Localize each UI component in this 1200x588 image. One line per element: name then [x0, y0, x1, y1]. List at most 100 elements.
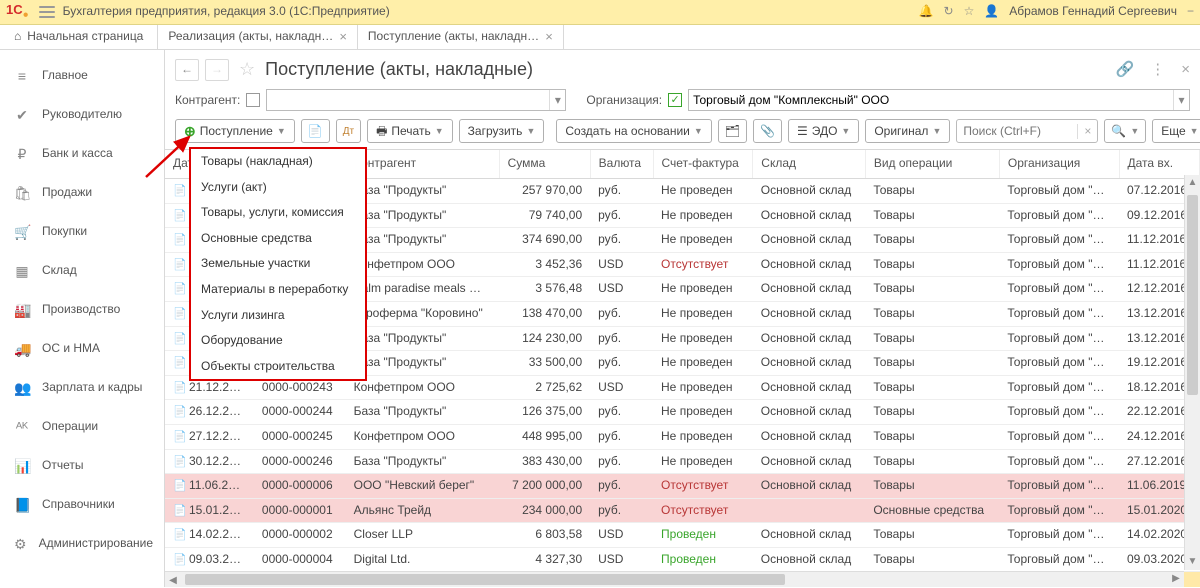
load-button[interactable]: Загрузить ▼ [459, 119, 545, 143]
chevron-down-icon[interactable]: ▾ [1173, 90, 1189, 110]
document-icon: 📄 [173, 430, 185, 442]
dropdown-item[interactable]: Материалы в переработку [191, 277, 365, 303]
sidebar-item[interactable]: 📊Отчеты [0, 446, 164, 485]
add-receipt-button[interactable]: ⊕ Поступление ▼ [175, 119, 295, 143]
sidebar-icon: ₽ [14, 146, 30, 162]
horizontal-scrollbar[interactable]: ◀ ▶ [165, 571, 1184, 587]
table-row[interactable]: 📄27.12.2…0000-000245Конфетпром ООО448 99… [165, 424, 1200, 449]
scroll-thumb[interactable] [1187, 195, 1198, 395]
user-icon[interactable]: 👤 [984, 4, 999, 20]
favorite-star-icon[interactable]: ☆ [239, 58, 255, 81]
vertical-scrollbar[interactable]: ▲ ▼ [1184, 175, 1200, 570]
sidebar-item[interactable]: ᴬᴷОперации [0, 407, 164, 446]
column-header[interactable]: Организация [999, 150, 1119, 178]
sidebar-item[interactable]: ⚙Администрирование [0, 524, 164, 563]
create-based-button[interactable]: Создать на основании ▼ [556, 119, 711, 143]
org-checkbox[interactable]: ✓ [668, 93, 682, 107]
column-header[interactable]: Сумма [499, 150, 590, 178]
sidebar-item[interactable]: ₽Банк и касса [0, 134, 164, 173]
close-icon[interactable]: × [545, 29, 553, 46]
sidebar-item[interactable]: ✔Руководителю [0, 95, 164, 134]
sidebar-item[interactable]: 🛒Покупки [0, 212, 164, 251]
more-button[interactable]: Еще ▼ [1152, 119, 1200, 143]
link-icon[interactable]: 🔗 [1116, 60, 1135, 80]
sidebar-item[interactable]: 🚚ОС и НМА [0, 329, 164, 368]
scroll-down-icon[interactable]: ▼ [1185, 554, 1200, 570]
dropdown-item[interactable]: Услуги лизинга [191, 303, 365, 329]
table-row[interactable]: 📄26.12.2…0000-000244База "Продукты"126 3… [165, 400, 1200, 425]
org-input[interactable] [689, 90, 1173, 110]
sidebar-label: Операции [42, 419, 98, 435]
column-header[interactable]: Вид операции [865, 150, 999, 178]
sidebar-icon: 🛍 [14, 185, 30, 201]
clear-search-icon[interactable]: × [1077, 124, 1097, 140]
dropdown-item[interactable]: Оборудование [191, 328, 365, 354]
contragent-input[interactable] [267, 90, 549, 110]
column-header[interactable]: Склад [753, 150, 866, 178]
sidebar-item[interactable]: 👥Зарплата и кадры [0, 368, 164, 407]
search-input[interactable] [957, 124, 1077, 138]
column-header[interactable]: Контрагент [346, 150, 499, 178]
document-icon: 📄 [173, 258, 185, 270]
home-icon: ⌂ [14, 29, 21, 45]
tab-realization[interactable]: Реализация (акты, накладн… × [158, 25, 358, 49]
sidebar-icon: 🚚 [14, 341, 30, 357]
column-header[interactable]: Валюта [590, 150, 653, 178]
nav-back-button[interactable]: ← [175, 59, 199, 81]
contragent-checkbox[interactable] [246, 93, 260, 107]
sidebar-item[interactable]: 📘Справочники [0, 485, 164, 524]
attach-button[interactable]: 📎 [753, 119, 782, 143]
document-icon: 📄 [173, 356, 185, 368]
nav-forward-button[interactable]: → [205, 59, 229, 81]
edo-button[interactable]: ☰ ЭДО ▼ [788, 119, 859, 143]
dropdown-item[interactable]: Основные средства [191, 226, 365, 252]
dropdown-item[interactable]: Товары (накладная) [191, 149, 365, 175]
scroll-left-icon[interactable]: ◀ [165, 574, 181, 587]
close-icon[interactable]: × [339, 29, 347, 46]
plus-icon: ⊕ [184, 122, 196, 140]
table-row[interactable]: 📄14.02.2…0000-000002Closer LLP6 803,58US… [165, 523, 1200, 548]
dtkt-button[interactable]: Дт [336, 119, 361, 143]
print-icon: 🖶 [376, 124, 387, 140]
scroll-right-icon[interactable]: ▶ [1168, 572, 1184, 585]
tab-receipt[interactable]: Поступление (акты, накладн… × [358, 25, 564, 49]
search-box[interactable]: × [956, 119, 1098, 143]
chevron-down-icon[interactable]: ▾ [549, 90, 565, 110]
scroll-thumb[interactable] [185, 574, 785, 585]
sidebar-item[interactable]: 🛍Продажи [0, 173, 164, 212]
original-button[interactable]: Оригинал ▼ [865, 119, 950, 143]
history-icon[interactable]: ↻ [944, 4, 954, 20]
table-row[interactable]: 📄15.01.2…0000-000001Альянс Трейд234 000,… [165, 498, 1200, 523]
contragent-combo[interactable]: ▾ [266, 89, 566, 111]
add-label: Поступление [200, 124, 273, 140]
tab-home[interactable]: ⌂ Начальная страница [0, 25, 158, 49]
copy-button[interactable]: 📄 [301, 119, 330, 143]
kebab-icon[interactable]: ⋮ [1150, 60, 1165, 80]
column-header[interactable]: Счет-фактура [653, 150, 753, 178]
dropdown-item[interactable]: Услуги (акт) [191, 175, 365, 201]
dropdown-item[interactable]: Товары, услуги, комиссия [191, 200, 365, 226]
org-combo[interactable]: ▾ [688, 89, 1190, 111]
sidebar-item[interactable]: 🏭Производство [0, 290, 164, 329]
main-menu-icon[interactable] [39, 6, 55, 18]
current-user[interactable]: Абрамов Геннадий Сергеевич [1009, 4, 1177, 20]
print-button[interactable]: 🖶 Печать ▼ [367, 119, 453, 143]
scroll-up-icon[interactable]: ▲ [1185, 175, 1200, 191]
table-row[interactable]: 📄11.06.2…0000-000006ООО "Невский берег"7… [165, 474, 1200, 499]
search-button[interactable]: 🔍▼ [1104, 119, 1146, 143]
minus-icon[interactable]: − [1187, 4, 1194, 20]
close-page-icon[interactable]: × [1181, 60, 1190, 80]
bell-icon[interactable]: 🔔 [919, 4, 934, 20]
sidebar-item[interactable]: ▦Склад [0, 251, 164, 290]
table-row[interactable]: 📄09.03.2…0000-000004Digital Ltd.4 327,30… [165, 547, 1200, 572]
sidebar-label: Администрирование [39, 536, 153, 552]
dropdown-item[interactable]: Земельные участки [191, 251, 365, 277]
star-icon[interactable]: ☆ [964, 4, 975, 20]
chevron-down-icon: ▼ [435, 126, 444, 138]
files-button[interactable]: 🗂 [718, 119, 747, 143]
sidebar-item[interactable]: ≡Главное [0, 56, 164, 95]
receipt-type-dropdown: Товары (накладная)Услуги (акт)Товары, ус… [189, 147, 367, 381]
dropdown-item[interactable]: Объекты строительства [191, 354, 365, 380]
table-row[interactable]: 📄30.12.2…0000-000246База "Продукты"383 4… [165, 449, 1200, 474]
search-icon: 🔍 [1111, 124, 1126, 140]
